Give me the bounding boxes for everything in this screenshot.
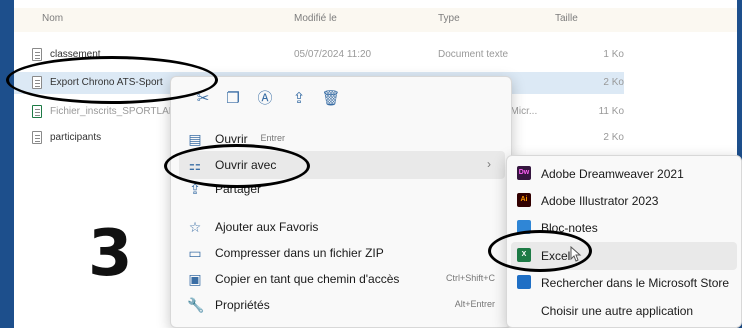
step-number: 3 [88,217,133,291]
file-modified: 05/07/2024 11:20 [294,49,372,60]
menu-item-label: Propriétés [215,298,270,312]
menu-item-shortcut: Entrer [260,133,285,143]
submenu-item-choose-app[interactable]: Choisir une autre application [511,297,737,325]
column-modified-header[interactable]: Modifié le [294,13,337,24]
submenu-item-illustrator[interactable]: Ai Adobe Illustrator 2023 [511,187,737,215]
submenu-item-label: Adobe Illustrator 2023 [541,194,659,208]
excel-file-icon [32,105,42,118]
zip-icon: ▭ [188,245,202,261]
menu-item-copy-path[interactable]: ▣ Copier en tant que chemin d'accès Ctrl… [179,265,505,293]
illustrator-icon: Ai [517,193,531,207]
submenu-item-label: Adobe Dreamweaver 2021 [541,167,684,181]
submenu-item-label: Choisir une autre application [541,304,694,318]
star-icon: ☆ [188,219,202,235]
submenu-item-microsoft-store[interactable]: Rechercher dans le Microsoft Store [511,269,737,297]
annotation-ellipse-open-with [164,144,310,188]
menu-item-shortcut: Ctrl+Shift+C [445,273,495,283]
submenu-item-label: Rechercher dans le Microsoft Store [541,276,730,290]
menu-item-properties[interactable]: 🔧 Propriétés Alt+Entrer [179,291,505,319]
menu-item-label: Ajouter aux Favoris [215,220,319,234]
menu-item-compress-zip[interactable]: ▭ Compresser dans un fichier ZIP [179,239,505,267]
share-icon[interactable]: ⇪ [289,89,309,109]
file-name: Fichier_inscrits_SPORTLAB [50,106,176,117]
dreamweaver-icon: Dw [517,166,531,180]
column-type-header[interactable]: Type [438,13,460,24]
menu-item-shortcut: Alt+Entrer [454,299,495,309]
path-icon: ▣ [188,271,202,287]
text-file-icon [32,131,42,144]
rename-icon[interactable]: Ⓐ [255,89,275,109]
delete-icon[interactable]: 🗑 [321,89,341,109]
mouse-pointer-icon [570,246,582,262]
copy-icon[interactable]: ❐ [223,89,243,109]
file-name: participants [50,132,102,143]
text-file-icon [32,48,42,61]
microsoft-store-icon [517,275,531,289]
open-icon: ▤ [188,131,202,147]
context-menu: ✂ ❐ Ⓐ ⇪ 🗑 ▤ Ouvrir Entrer ⚏ Ouvrir avec … [170,76,512,328]
annotation-ellipse-file [6,56,218,104]
menu-item-label: Copier en tant que chemin d'accès [215,272,400,286]
submenu-item-dreamweaver[interactable]: Dw Adobe Dreamweaver 2021 [511,160,737,188]
menu-item-add-favorites[interactable]: ☆ Ajouter aux Favoris [179,213,505,241]
file-size: 11 Ko [598,106,624,117]
column-size-header[interactable]: Taille [555,13,578,24]
file-size: 2 Ko [603,132,624,143]
file-size: 2 Ko [603,77,624,88]
menu-item-label: Compresser dans un fichier ZIP [215,246,384,260]
context-menu-toolbar: ✂ ❐ Ⓐ ⇪ 🗑 [171,77,511,121]
column-name-header[interactable]: Nom [42,13,63,24]
wrench-icon: 🔧 [187,297,205,313]
file-size: 1 Ko [603,49,624,60]
frame-left-border [0,0,14,328]
file-type: Document texte [438,49,509,60]
chevron-right-icon: › [487,157,491,171]
column-header-row: Nom Modifié le Type Taille [14,8,737,32]
